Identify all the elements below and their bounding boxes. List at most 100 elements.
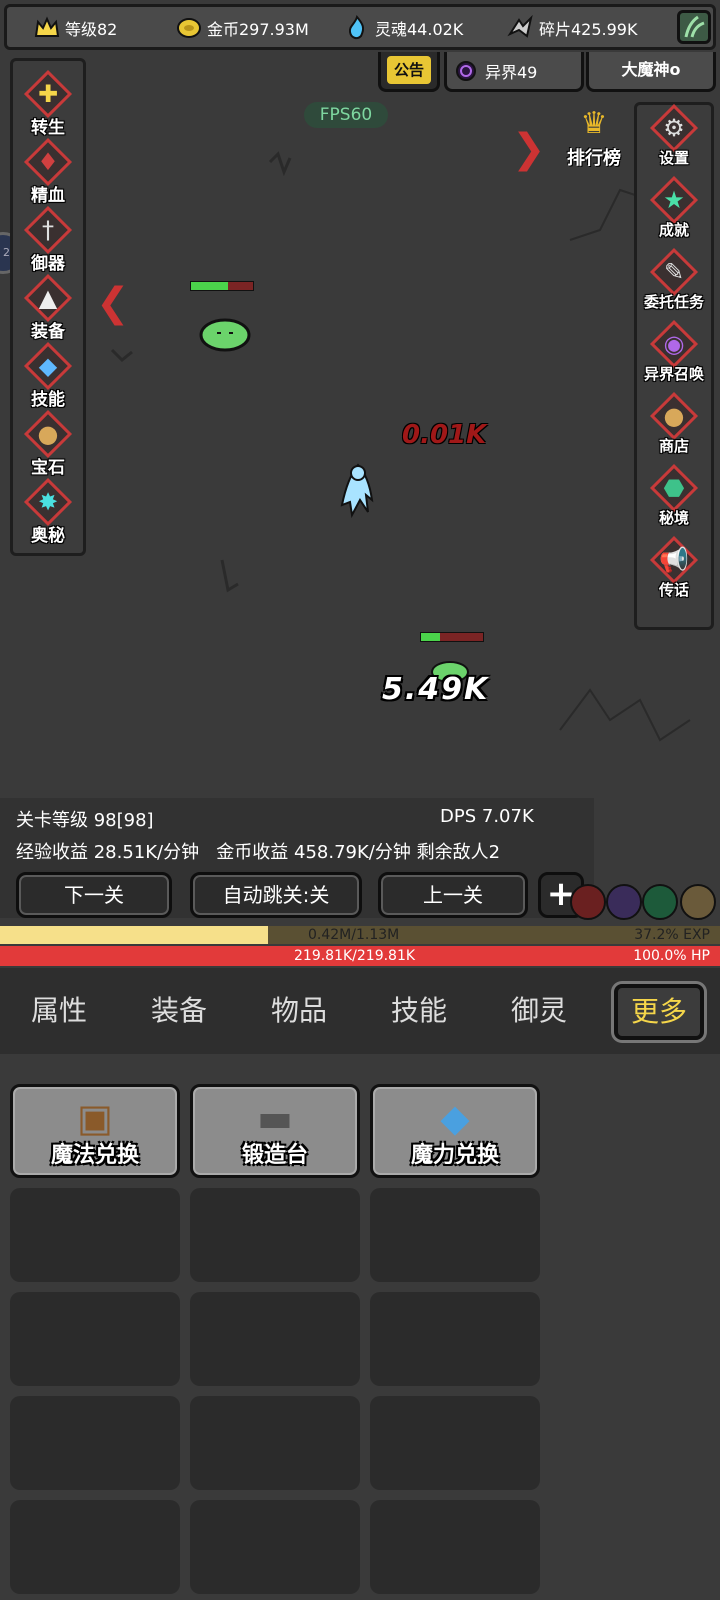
exp-text: 0.42M/1.13M (308, 927, 400, 943)
green-stone-icon: ⬣ (663, 474, 685, 502)
gem-bag-icon: ● (37, 420, 59, 448)
rebirth-label: 转生 (31, 118, 65, 138)
stage-level: 关卡等级 98[98] (16, 810, 154, 831)
slime-enemy[interactable] (199, 318, 251, 352)
gem-button[interactable]: ● 宝石 (13, 409, 83, 481)
empty-slot (370, 1396, 540, 1490)
skill-slot-nature-icon[interactable] (642, 884, 678, 920)
collapse-left-arrow[interactable]: ❮ (96, 280, 130, 326)
message-button[interactable]: 📢 传话 (637, 535, 711, 607)
rebirth-button[interactable]: ✚ 转生 (13, 69, 83, 141)
portal-icon: ◉ (663, 330, 685, 358)
grass-icon (684, 15, 705, 38)
shard-text: 碎片425.99K (539, 20, 638, 39)
summon-button[interactable]: ◉ 异界召唤 (637, 319, 711, 391)
arcane-burst-icon: ✸ (37, 488, 59, 516)
mana-exchange-button[interactable]: ◆ 魔力兑换 (370, 1084, 540, 1178)
ranking-button[interactable]: ♛ 排行榜 (556, 104, 632, 180)
empty-slot (10, 1188, 180, 1282)
player-character (340, 463, 374, 519)
tab-equipment[interactable]: 装备 (124, 968, 234, 1054)
soul-text: 灵魂44.02K (375, 20, 464, 39)
empty-slot (10, 1396, 180, 1490)
soul-display: 灵魂44.02K (343, 13, 463, 43)
shard-icon (507, 14, 533, 38)
hp-text: 219.81K/219.81K (294, 948, 416, 964)
empty-slot (190, 1396, 360, 1490)
secret-realm-button[interactable]: ⬣ 秘境 (637, 463, 711, 535)
shop-label: 商店 (658, 437, 689, 455)
hp-percent: 100.0% HP (633, 948, 710, 964)
forge-button[interactable]: ▬ 锻造台 (190, 1084, 360, 1178)
message-label: 传话 (658, 581, 689, 599)
damage-number-white: 5.49K (382, 672, 490, 707)
megaphone-icon: 📢 (659, 546, 689, 574)
mana-exchange-label: 魔力兑换 (410, 1143, 499, 1168)
empty-slot (370, 1500, 540, 1594)
skill-slot-fire-icon[interactable] (570, 884, 606, 920)
blood-button[interactable]: ♦ 精血 (13, 137, 83, 209)
tab-attributes[interactable]: 属性 (4, 968, 114, 1054)
tab-more[interactable]: 更多 (614, 984, 704, 1040)
magic-exchange-button[interactable]: ▣ 魔法兑换 (10, 1084, 180, 1178)
sword-icon: † (42, 216, 54, 244)
empty-slot (370, 1292, 540, 1386)
gear-icon: ⚙ (663, 114, 685, 142)
tab-spirits[interactable]: 御灵 (484, 968, 594, 1054)
gem-bag-icon: ◆ (440, 1096, 470, 1140)
magic-exchange-label: 魔法兑换 (50, 1143, 139, 1168)
commission-label: 委托任务 (643, 293, 704, 311)
right-menu: ⚙ 设置 ★ 成就 ✎ 委托任务 ◉ 异界召唤 ● 商店 ⬣ 秘境 📢 传话 (634, 102, 714, 630)
empty-slot (190, 1292, 360, 1386)
exp-bar: 0.42M/1.13M 37.2% EXP (0, 926, 720, 944)
blood-meat-icon: ♦ (37, 148, 59, 176)
star-icon: ★ (663, 186, 685, 214)
player-hp-bar: 219.81K/219.81K 100.0% HP (0, 946, 720, 966)
gem-label: 宝石 (31, 458, 65, 478)
forge-label: 锻造台 (241, 1143, 308, 1168)
income-display: 经验收益 28.51K/分钟 金币收益 458.79K/分钟 剩余敌人2 (16, 842, 501, 863)
prev-stage-button[interactable]: 上一关 (378, 872, 528, 918)
helmet-icon: ▲ (38, 284, 58, 312)
settings-label: 设置 (658, 149, 689, 167)
bottom-nav: 属性 装备 物品 技能 御灵 更多 (0, 968, 720, 1054)
skill-button[interactable]: ◆ 技能 (13, 341, 83, 413)
skill-slot-dark-icon[interactable] (606, 884, 642, 920)
empty-slot (190, 1500, 360, 1594)
equipment-label: 装备 (31, 322, 65, 342)
trophy-icon: ♛ (580, 106, 608, 141)
soul-flame-icon (348, 14, 365, 40)
tab-items[interactable]: 物品 (244, 968, 354, 1054)
grass-menu-button[interactable] (677, 10, 711, 44)
pouch-icon: ● (663, 402, 685, 430)
equipment-button[interactable]: ▲ 装备 (13, 273, 83, 345)
crown-icon (34, 16, 60, 37)
weapon-button[interactable]: † 御器 (13, 205, 83, 277)
arcane-button[interactable]: ✸ 奥秘 (13, 477, 83, 549)
arcane-label: 奥秘 (31, 526, 65, 546)
resource-bar: 等级82 金币297.93M 灵魂44.02K 碎片425.99K (4, 4, 716, 50)
next-stage-button[interactable]: 下一关 (16, 872, 172, 918)
tab-skills[interactable]: 技能 (364, 968, 474, 1054)
settings-button[interactable]: ⚙ 设置 (637, 103, 711, 175)
shop-button[interactable]: ● 商店 (637, 391, 711, 463)
gold-display: 金币297.93M (175, 13, 309, 43)
skill-label: 技能 (31, 390, 65, 410)
achievement-label: 成就 (658, 221, 689, 239)
dps-display: DPS 7.07K (440, 806, 534, 827)
ranking-label: 排行榜 (567, 148, 621, 169)
expand-right-arrow[interactable]: ❯ (512, 126, 546, 172)
weapon-label: 御器 (31, 254, 65, 274)
commission-button[interactable]: ✎ 委托任务 (637, 247, 711, 319)
empty-slot (10, 1292, 180, 1386)
skill-slot-earth-icon[interactable] (680, 884, 716, 920)
shard-display: 碎片425.99K (507, 13, 637, 43)
achievement-button[interactable]: ★ 成就 (637, 175, 711, 247)
auto-skip-button[interactable]: 自动跳关:关 (190, 872, 362, 918)
coin-icon (177, 18, 201, 38)
empty-slot (10, 1500, 180, 1594)
level-text: 等级82 (65, 20, 118, 39)
level-display: 等级82 (33, 13, 117, 43)
toolbox-icon: ▣ (77, 1096, 113, 1140)
enemy-hp-bar (190, 281, 254, 291)
